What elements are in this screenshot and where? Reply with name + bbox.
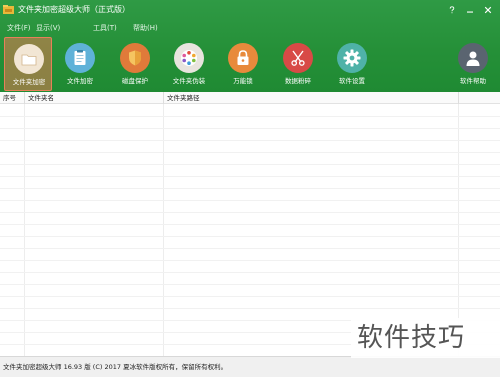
column-divider[interactable] bbox=[163, 92, 164, 104]
column-divider[interactable] bbox=[458, 92, 459, 104]
scissors-icon bbox=[283, 43, 313, 73]
menu-view[interactable]: 显示(V) bbox=[36, 24, 60, 33]
grid-line bbox=[0, 116, 500, 117]
gear-icon bbox=[337, 43, 367, 73]
window-title: 文件夹加密超级大师（正式版） bbox=[18, 5, 130, 14]
grid-line bbox=[24, 104, 25, 356]
grid-line bbox=[0, 152, 500, 153]
tool-label: 软件帮助 bbox=[460, 77, 486, 85]
grid-line bbox=[0, 200, 500, 201]
tool-label: 万能锁 bbox=[233, 77, 253, 85]
lock-icon bbox=[228, 43, 258, 73]
column-divider[interactable] bbox=[24, 92, 25, 104]
document-icon bbox=[65, 43, 95, 73]
question-icon bbox=[449, 5, 455, 13]
menu-bar: 文件(F) 显示(V) 工具(T) 帮助(H) bbox=[0, 22, 500, 36]
tool-label: 文件夹伪装 bbox=[172, 77, 206, 85]
minimize-icon bbox=[467, 11, 473, 13]
user-help-icon bbox=[458, 43, 488, 73]
tool-settings[interactable]: 软件设置 bbox=[328, 37, 376, 91]
grid-line bbox=[0, 308, 500, 309]
grid-line bbox=[0, 164, 500, 165]
title-bar: 文件夹加密超级大师（正式版） bbox=[0, 0, 500, 22]
tool-label: 文件加密 bbox=[67, 77, 93, 85]
close-button[interactable] bbox=[480, 3, 496, 16]
tool-data-shred[interactable]: 数据粉碎 bbox=[274, 37, 322, 91]
grid-line bbox=[0, 128, 500, 129]
folder-icon bbox=[14, 44, 44, 74]
grid-line bbox=[0, 224, 500, 225]
status-bar: 文件夹加密超级大师 16.93 版 (C) 2017 夏冰软件版权所有，保留所有… bbox=[0, 356, 500, 377]
palette-icon bbox=[174, 43, 204, 73]
tool-label: 数据粉碎 bbox=[285, 77, 311, 85]
column-header-index[interactable]: 序号 bbox=[3, 94, 16, 102]
tool-label: 文件夹加密 bbox=[12, 78, 46, 86]
menu-file[interactable]: 文件(F) bbox=[7, 24, 31, 33]
grid-line bbox=[0, 212, 500, 213]
menu-help[interactable]: 帮助(H) bbox=[133, 24, 158, 33]
watermark: 软件技巧 bbox=[351, 318, 500, 358]
column-header-path[interactable]: 文件夹路径 bbox=[167, 94, 200, 102]
grid-line bbox=[163, 104, 164, 356]
grid-line bbox=[0, 248, 500, 249]
table-header: 序号 文件夹名 文件夹路径 bbox=[0, 92, 500, 104]
status-text: 文件夹加密超级大师 16.93 版 (C) 2017 夏冰软件版权所有，保留所有… bbox=[3, 363, 228, 371]
menu-tools[interactable]: 工具(T) bbox=[93, 24, 117, 33]
minimize-button[interactable] bbox=[462, 3, 478, 16]
help-window-button[interactable] bbox=[444, 3, 460, 16]
column-header-name[interactable]: 文件夹名 bbox=[28, 94, 54, 102]
grid-line bbox=[0, 176, 500, 177]
grid-line bbox=[0, 260, 500, 261]
tool-file-encrypt[interactable]: 文件加密 bbox=[56, 37, 104, 91]
tool-label: 软件设置 bbox=[339, 77, 365, 85]
shield-icon bbox=[120, 43, 150, 73]
grid-line bbox=[0, 272, 500, 273]
tool-folder-encrypt[interactable]: 文件夹加密 bbox=[4, 37, 52, 91]
tool-disk-protect[interactable]: 磁盘保护 bbox=[111, 37, 159, 91]
tool-folder-disguise[interactable]: 文件夹伪装 bbox=[165, 37, 213, 91]
app-logo-icon bbox=[3, 5, 14, 14]
window-controls bbox=[444, 3, 496, 17]
grid-line bbox=[0, 296, 500, 297]
close-icon bbox=[484, 6, 492, 13]
grid-line bbox=[0, 188, 500, 189]
tool-help[interactable]: 软件帮助 bbox=[449, 37, 497, 91]
grid-line bbox=[0, 140, 500, 141]
toolbar-area: 文件夹加密超级大师（正式版） 文件(F) 显示(V) 工具(T) 帮助(H) 文… bbox=[0, 0, 500, 92]
tool-label: 磁盘保护 bbox=[122, 77, 148, 85]
grid-line bbox=[0, 236, 500, 237]
tool-universal-lock[interactable]: 万能锁 bbox=[219, 37, 267, 91]
grid-line bbox=[0, 284, 500, 285]
